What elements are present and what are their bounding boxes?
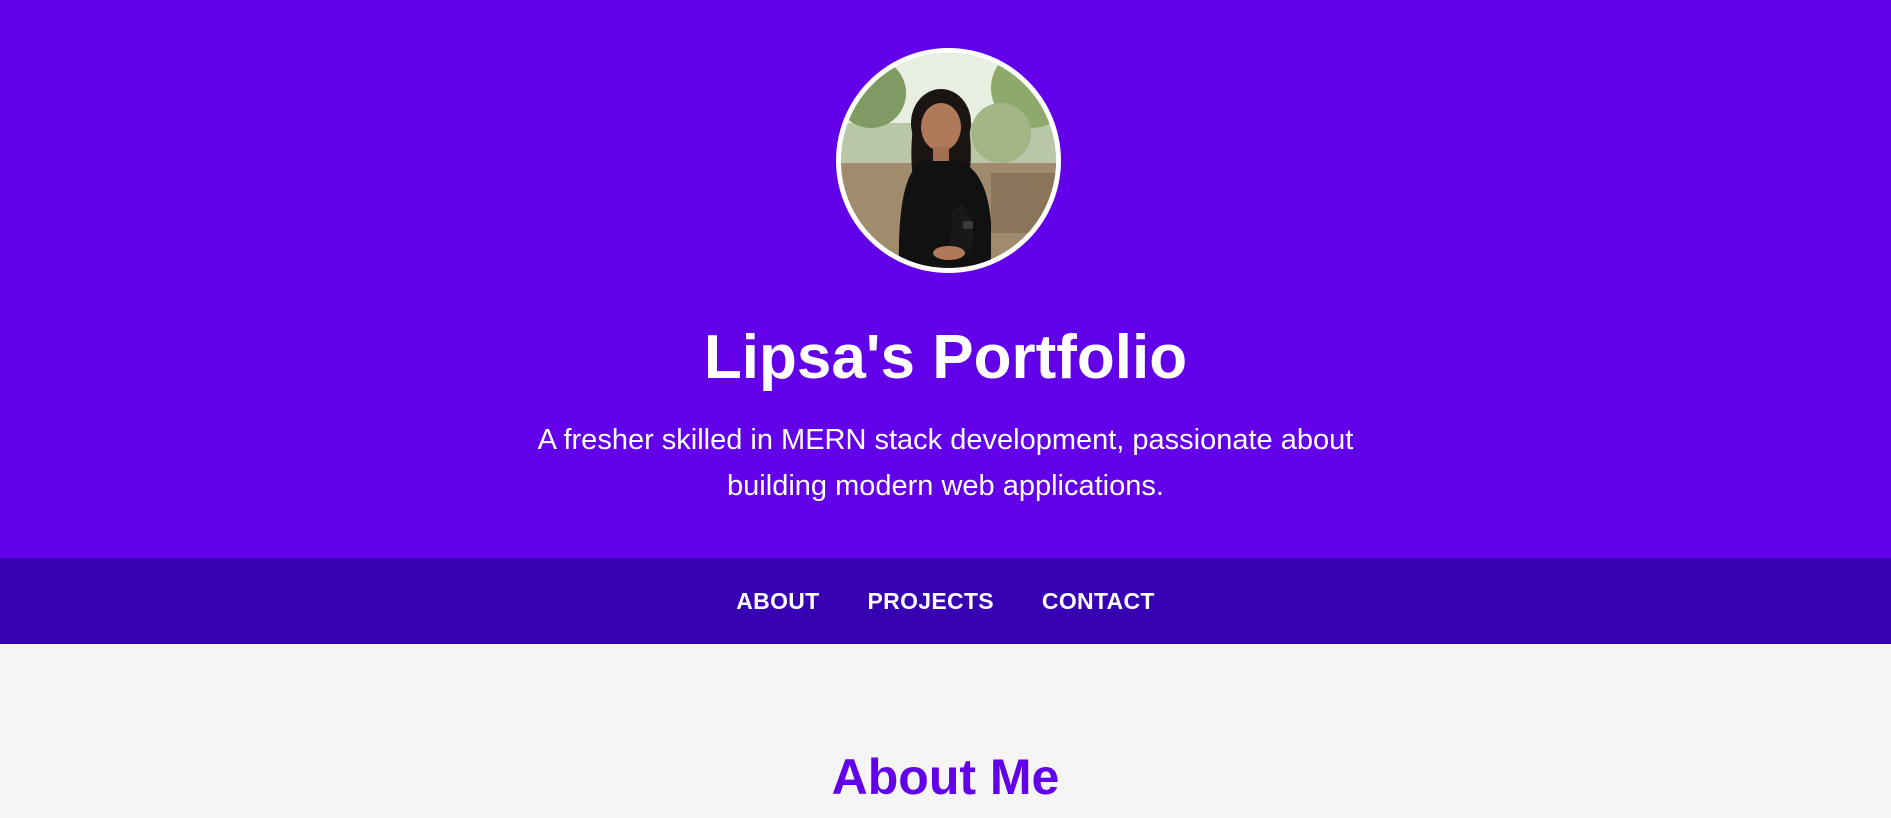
hero-section: Lipsa's Portfolio A fresher skilled in M… — [0, 0, 1891, 558]
profile-avatar — [836, 48, 1061, 273]
profile-photo-icon — [841, 53, 1056, 268]
main-navigation: ABOUT PROJECTS CONTACT — [0, 558, 1891, 644]
nav-link-about[interactable]: ABOUT — [736, 558, 819, 644]
nav-link-projects[interactable]: PROJECTS — [868, 558, 994, 644]
about-heading: About Me — [831, 749, 1060, 805]
page-title: Lipsa's Portfolio — [703, 323, 1188, 392]
hero-tagline: A fresher skilled in MERN stack developm… — [537, 424, 1354, 502]
nav-link-contact[interactable]: CONTACT — [1042, 558, 1155, 644]
